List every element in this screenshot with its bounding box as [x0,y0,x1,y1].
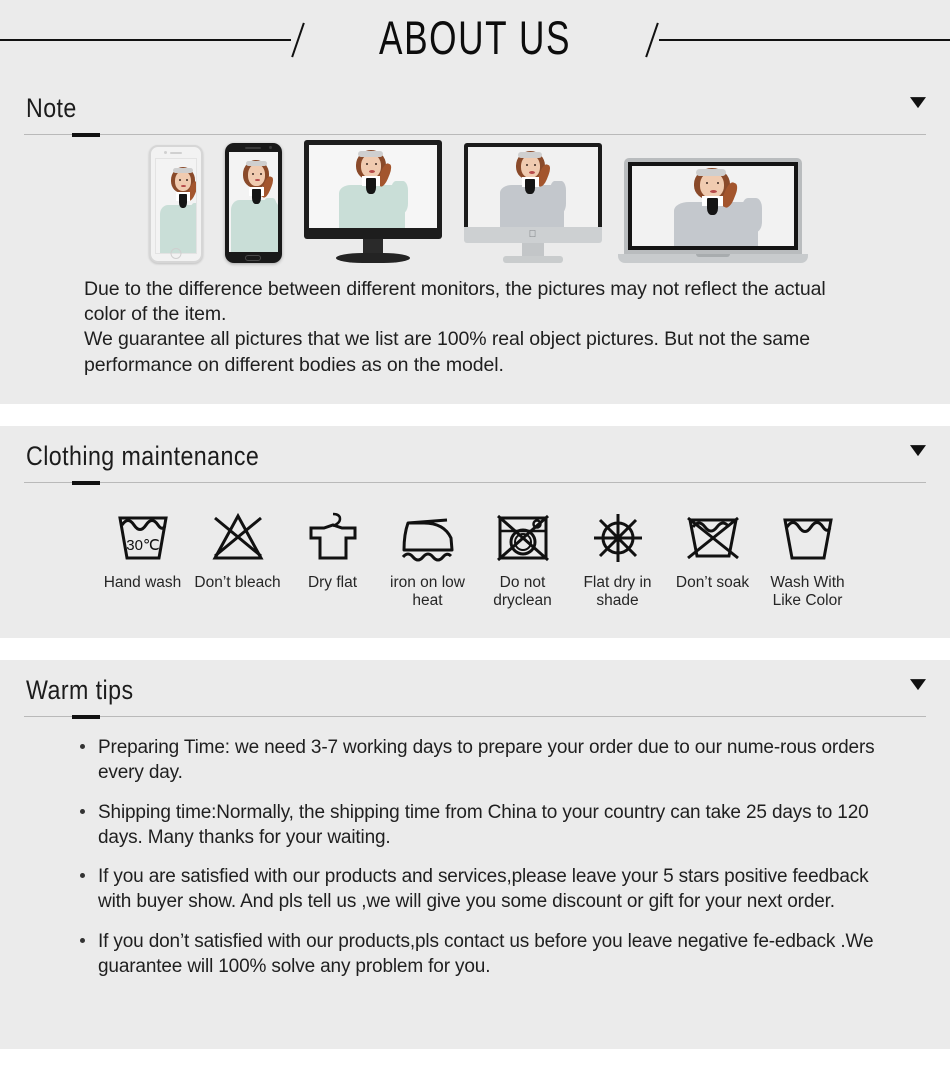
list-item: If you don’t satisfied with our products… [78,929,888,980]
imac-stand-base [502,255,563,263]
banner-rule-left [0,20,321,58]
monitor-bezel [303,139,442,239]
section-warm-tips: Warm tips Preparing Time: we need 3-7 wo… [0,660,950,1050]
laptop-screen-frame [627,161,798,250]
iphone-camera-icon [163,150,167,154]
warm-tips-header-rule [24,715,926,719]
rule-accent [72,715,100,719]
note-header-rule [24,132,926,137]
care-label: Hand wash [103,573,182,591]
care-symbols-row: 30℃ Hand wash Don’t bleach Dry flat iron… [0,485,950,639]
do-not-bleach-icon [190,507,285,569]
warm-tips-body: Preparing Time: we need 3-7 working days… [0,719,950,1009]
care-label: Do not dryclean [493,573,552,610]
iron-low-heat-icon [380,507,475,569]
banner-line-right [659,39,950,41]
iphone-speaker-icon [169,151,182,154]
device-android [224,142,282,263]
tips-list: Preparing Time: we need 3-7 working days… [78,735,888,979]
rule-line [24,133,926,135]
care-item-hand-wash: 30℃ Hand wash [95,507,190,592]
section-clothing-maintenance: Clothing maintenance 30℃ Hand wash Don’t… [0,426,950,639]
note-heading: Note [26,93,77,123]
android-camera-icon [268,145,272,149]
rule-line [24,716,926,717]
care-label: Flat dry in shade [583,573,652,610]
svg-text:30℃: 30℃ [126,537,160,554]
care-label: Wash With Like Color [770,573,845,610]
android-speaker-icon [245,146,261,149]
android-home-button-icon [245,254,261,261]
warm-tips-heading: Warm tips [26,675,134,706]
iphone-home-button-icon [170,247,181,259]
monitor-stand-neck [362,238,383,253]
device-mockups:  [0,137,950,267]
note-header[interactable]: Note [0,78,950,124]
section-note: Note Due to the difference between diffe… [0,78,950,405]
clothing-maintenance-header-rule [24,480,926,485]
chevron-down-icon[interactable] [910,96,926,108]
hand-wash-icon: 30℃ [95,507,190,569]
care-item-no-dryclean: Do not dryclean [475,507,570,611]
apple-logo-icon:  [529,229,537,240]
laptop-base [617,253,808,263]
do-not-dryclean-icon [475,507,570,569]
model-photo-imac [467,146,598,227]
section-divider-2 [0,638,950,661]
banner-slash-left-icon [291,22,305,58]
model-photo-monitor [308,144,437,228]
list-item: Shipping time:Normally, the shipping tim… [78,800,888,851]
rule-accent [72,132,100,137]
flat-dry-in-shade-icon [570,507,665,569]
page-bottom-spacer [0,1009,950,1050]
device-imac:  [463,142,602,263]
banner-inner: ABOUT US [0,11,950,65]
model-photo-iphone [154,157,197,254]
model-photo-laptop [631,165,794,246]
device-monitor [303,139,442,263]
dry-flat-icon [285,507,380,569]
rule-accent [72,480,100,485]
banner-slash-right-icon [645,22,659,58]
chevron-down-icon[interactable] [910,445,926,457]
care-item-flat-dry-shade: Flat dry in shade [570,507,665,611]
banner-line-left [0,39,291,41]
imac-stand-neck [521,242,544,256]
device-iphone [148,144,203,263]
note-paragraph-2: We guarantee all pictures that we list a… [84,328,810,376]
about-us-banner: ABOUT US [0,0,950,78]
clothing-maintenance-header[interactable]: Clothing maintenance [0,426,950,472]
laptop-lid [623,157,802,254]
monitor-stand-base [335,252,410,263]
section-divider-1 [0,404,950,427]
care-item-dry-flat: Dry flat [285,507,380,592]
list-item: Preparing Time: we need 3-7 working days… [78,735,888,786]
care-item-wash-like-color: Wash With Like Color [760,507,855,611]
device-laptop [617,157,808,263]
care-label: Don’t bleach [194,573,281,591]
care-label: iron on low heat [390,573,465,610]
imac-bezel [463,142,602,227]
model-photo-android [228,151,278,252]
imac-chin:  [463,226,602,243]
list-item: If you are satisfied with our products a… [78,864,888,915]
warm-tips-header[interactable]: Warm tips [0,660,950,706]
chevron-down-icon[interactable] [910,679,926,691]
note-paragraph-1: Due to the difference between different … [84,277,826,326]
banner-rule-right [629,20,950,58]
care-label: Don’t soak [675,573,750,591]
care-item-no-bleach: Don’t bleach [190,507,285,592]
clothing-maintenance-heading: Clothing maintenance [26,441,260,472]
care-label: Dry flat [307,573,358,591]
page-title: ABOUT US [378,11,572,65]
wash-with-like-color-icon [760,507,855,569]
note-body: Due to the difference between different … [0,267,950,404]
do-not-soak-icon [665,507,760,569]
rule-line [24,481,926,483]
care-item-iron-low-heat: iron on low heat [380,507,475,611]
care-item-no-soak: Don’t soak [665,507,760,592]
